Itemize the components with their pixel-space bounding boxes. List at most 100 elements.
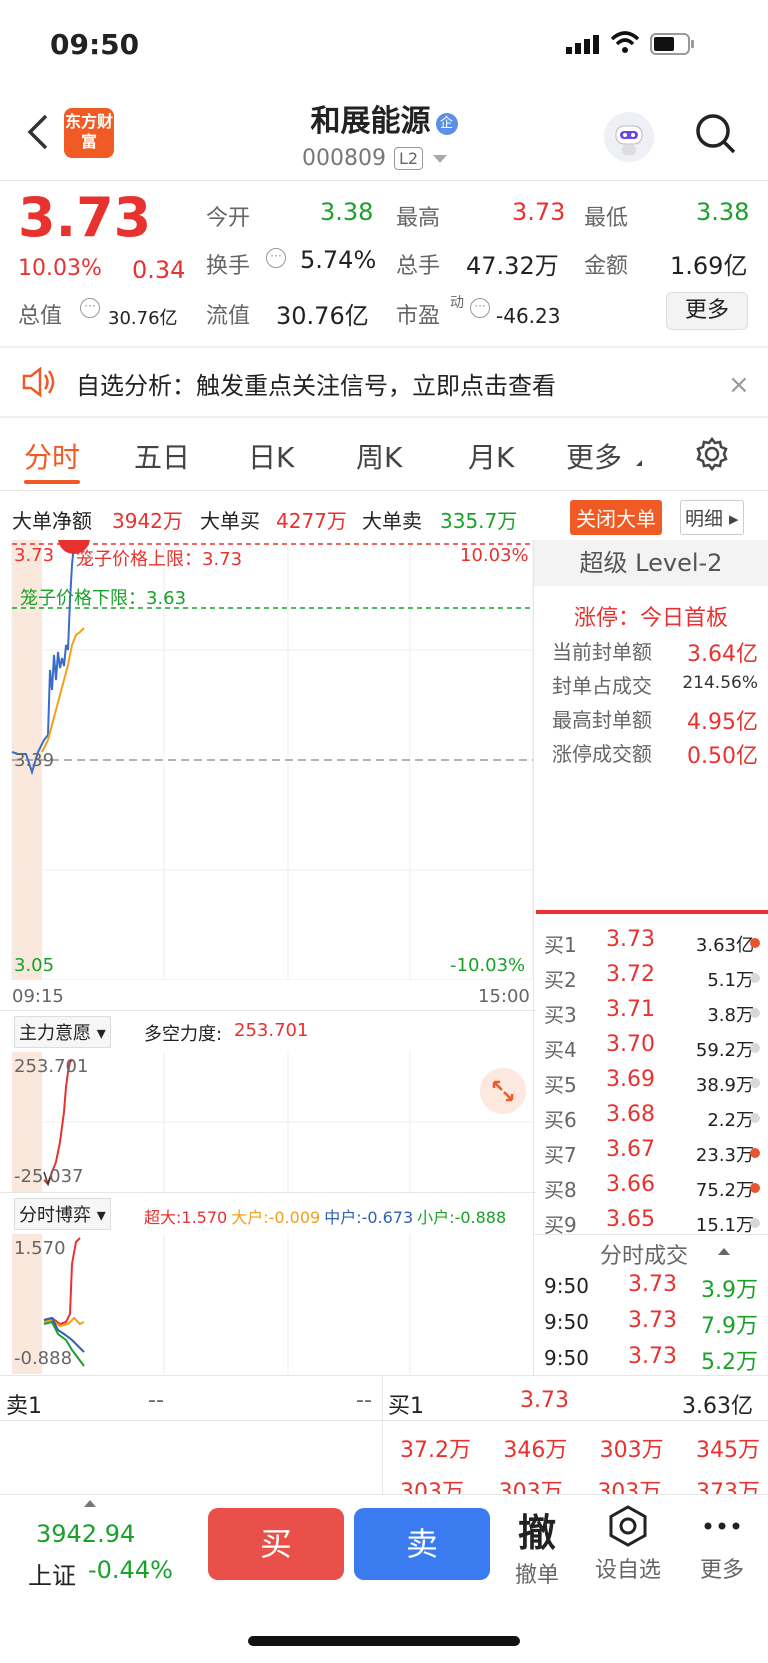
legend-mid: 中户:-0.673 [324,1208,414,1227]
bigorder-net-label: 大单净额 [12,509,92,533]
status-dot [750,1148,760,1158]
status-dot [750,1183,760,1193]
queue-row-1: 37.2万 346万 303万 345万 [400,1438,760,1463]
time-end: 15:00 [478,986,530,1007]
tab-indicator [24,480,80,484]
signal-icon [566,34,602,58]
buy-button[interactable]: 买 [208,1508,344,1580]
ask1-price: -- [148,1388,164,1413]
bigorder-sell-label: 大单卖 [362,509,422,533]
price-change: 0.34 [132,256,186,284]
more-menu-button[interactable]: 更多 [690,1504,754,1584]
corner-icon [636,460,642,466]
status-time: 09:50 [50,28,140,61]
indicator2-select[interactable]: 分时博弈 ▾ [14,1198,111,1230]
ticks-title[interactable]: 分时成交 [600,1238,688,1270]
stock-code: 000809 [302,146,386,171]
low-value: 3.38 [696,198,750,226]
bid-row[interactable]: 买6 3.68 2.2万 [534,1102,768,1136]
tab-monthly[interactable]: 月K [468,436,514,476]
float-label: 流值 [206,304,251,329]
bid-row[interactable]: 买8 3.66 75.2万 [534,1172,768,1206]
level2-stat-value: 4.95亿 [687,710,758,735]
bigorder-sell-value: 335.7万 [440,509,518,533]
status-dot [750,1008,760,1018]
tab-intraday[interactable]: 分时 [24,436,80,476]
index-change: -0.44% [88,1556,173,1584]
level2-title[interactable]: 超级 Level-2 [534,540,768,586]
status-dot [750,1043,760,1053]
high-value: 3.73 [512,198,566,226]
cancel-order-button[interactable]: 撤 撤单 [510,1502,564,1589]
chart-bottom-price: 3.05 [14,955,55,976]
close-bigorder-button[interactable]: 关闭大单 [570,500,662,535]
gear-icon[interactable] [694,436,730,476]
chart-bottom-pct: -10.03% [450,955,526,976]
status-dot [750,1113,760,1123]
indicator2-bottom: -0.888 [14,1348,73,1369]
index-toggle-icon[interactable] [84,1500,96,1507]
pe-value: -46.23 [496,304,561,328]
low-label: 最低 [584,206,629,231]
tab-more[interactable]: 更多 [566,436,622,476]
more-dots-icon [704,1522,740,1530]
indicator1-bottom: -25.037 [14,1166,84,1187]
float-value: 30.76亿 [276,302,369,330]
tab-5day[interactable]: 五日 [134,436,190,476]
more-quote-button[interactable]: 更多 [666,292,748,330]
bid-row[interactable]: 买9 3.65 15.1万 [534,1207,768,1241]
legend-small: 小户:-0.888 [417,1208,507,1227]
status-dot [750,1078,760,1088]
open-value: 3.38 [320,198,374,226]
bid-row[interactable]: 买1 3.73 3.63亿 [534,927,768,961]
bigorder-buy-label: 大单买 [200,509,260,533]
battery-icon [650,33,696,59]
tab-weekly[interactable]: 周K [356,436,402,476]
limit-status: 涨停：今日首板 [573,606,728,631]
tab-daily[interactable]: 日K [248,436,294,476]
level2-stat-label: 封单占成交 [552,674,652,698]
close-icon[interactable]: × [728,370,750,400]
detail-button[interactable]: 明细 ▸ [680,500,744,535]
legend-super: 超大:1.570 [144,1208,228,1227]
lower-limit-label: 笼子价格下限：3.63 [20,588,187,609]
last-price: 3.73 [18,186,152,249]
cancel-icon: 撤 [517,1511,556,1555]
bid-row[interactable]: 买4 3.70 59.2万 [534,1032,768,1066]
index-name: 上证 [28,1562,76,1590]
status-dot [750,938,760,948]
sell-button[interactable]: 卖 [354,1508,490,1580]
pct-change: 10.03% [18,256,102,281]
expand-icon[interactable] [480,1068,526,1114]
indicator1-value: 253.701 [234,1020,309,1041]
bid1-price: 3.73 [520,1388,569,1413]
home-indicator [248,1636,520,1646]
tick-row: 9:50 3.73 5.2万 [544,1344,758,1375]
code-row[interactable]: 000809 L2 [302,146,448,171]
legend-large: 大户:-0.009 [231,1208,321,1227]
indicator1-select[interactable]: 主力意愿 ▾ [14,1016,111,1048]
info-icon[interactable]: ··· [80,298,100,318]
ask1-label: 卖1 [6,1394,42,1419]
turnover-label: 换手 [206,254,251,279]
search-icon[interactable] [694,112,738,160]
add-favorite-button[interactable]: 设自选 [590,1504,666,1584]
stock-name: 和展能源 [310,104,431,139]
turnover-value: 5.74% [300,246,377,274]
bid-row[interactable]: 买5 3.69 38.9万 [534,1067,768,1101]
info-icon[interactable]: ··· [470,298,490,318]
indicator2-chart [12,1234,411,1374]
chart-top-pct: 10.03% [460,545,529,566]
level2-stat-label: 最高封单额 [552,708,652,732]
info-icon[interactable]: ··· [266,248,286,268]
chevron-up-icon[interactable] [718,1248,730,1255]
bigorder-net-value: 3942万 [112,509,183,533]
index-value[interactable]: 3942.94 [36,1520,135,1548]
bid-row[interactable]: 买2 3.72 5.1万 [534,962,768,996]
ask1-qty: -- [356,1388,372,1413]
l2-badge: L2 [393,147,424,170]
notice-text[interactable]: 自选分析：触发重点关注信号，立即点击查看 [76,366,556,401]
bid-row[interactable]: 买7 3.67 23.3万 [534,1137,768,1171]
assistant-avatar[interactable] [604,112,654,162]
bid-row[interactable]: 买3 3.71 3.8万 [534,997,768,1031]
